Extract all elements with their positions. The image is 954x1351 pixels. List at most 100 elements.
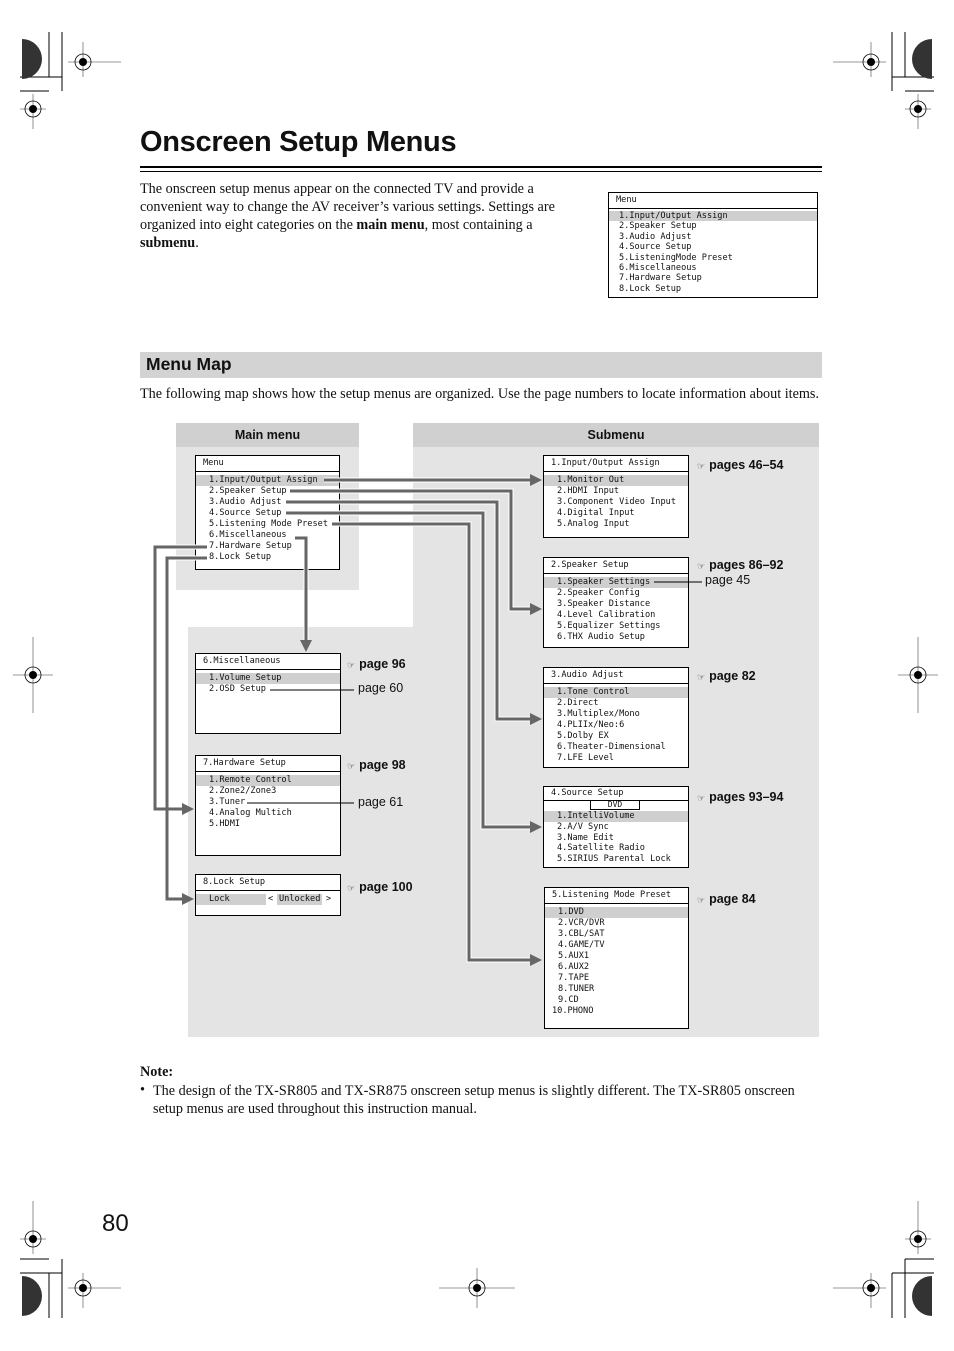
submenu-item[interactable]: 3.Component Video Input	[544, 497, 688, 508]
preview-menu-item[interactable]: 6.Miscellaneous	[609, 263, 817, 273]
submenu-header: 7.Hardware Setup	[196, 756, 340, 772]
submenu-hardware-setup: 7.Hardware Setup 1.Remote Control 2.Zone…	[195, 755, 341, 856]
submenu-item[interactable]: 4.Satellite Radio	[544, 843, 688, 854]
submenu-item[interactable]: 5.Analog Input	[544, 519, 688, 530]
main-menu-header: Menu	[196, 456, 339, 472]
submenu-item[interactable]: 3.Name Edit	[544, 833, 688, 844]
main-menu-item[interactable]: 6.Miscellaneous	[196, 530, 339, 541]
submenu-item[interactable]: 6.Theater-Dimensional	[544, 742, 688, 753]
submenu-item[interactable]: 2.OSD Setup	[196, 684, 340, 695]
submenu-item[interactable]: 1.DVD	[545, 907, 688, 918]
main-menu-item[interactable]: 4.Source Setup	[196, 508, 339, 519]
submenu-item[interactable]: 7.TAPE	[545, 973, 688, 984]
intro-bold-submenu: submenu	[140, 235, 196, 251]
submenu-item[interactable]: 8.TUNER	[545, 984, 688, 995]
page-reference-text: page 98	[359, 758, 406, 772]
submenu-item[interactable]: 1.Remote Control	[196, 775, 340, 786]
preview-menu-items: 1.Input/Output Assign 2.Speaker Setup 3.…	[609, 209, 817, 294]
submenu-item[interactable]: 6.THX Audio Setup	[544, 632, 688, 643]
submenu-item[interactable]: 3.Tuner	[196, 797, 340, 808]
submenu-item[interactable]: 2.VCR/DVR	[545, 918, 688, 929]
submenu-item[interactable]: 2.A/V Sync	[544, 822, 688, 833]
submenu-item[interactable]: 5.HDMI	[196, 819, 340, 830]
preview-menu-item[interactable]: 8.Lock Setup	[609, 284, 817, 294]
page-reference-text: pages 86–92	[709, 558, 784, 572]
pointing-hand-icon: ☞	[697, 561, 706, 571]
submenu-item[interactable]: 3.Speaker Distance	[544, 599, 688, 610]
lock-row[interactable]: Lock < Unlocked >	[196, 894, 340, 908]
submenu-item[interactable]: 2.Direct	[544, 698, 688, 709]
preview-menu-item[interactable]: 5.ListeningMode Preset	[609, 253, 817, 263]
preview-menu: Menu 1.Input/Output Assign 2.Speaker Set…	[608, 192, 818, 298]
submenu-item[interactable]: 5.AUX1	[545, 951, 688, 962]
main-menu-item[interactable]: 1.Input/Output Assign	[196, 475, 339, 486]
lock-prev-arrow[interactable]: <	[268, 894, 273, 905]
title-rule	[140, 166, 822, 168]
submenu-item[interactable]: 3.CBL/SAT	[545, 929, 688, 940]
submenu-item[interactable]: 6.AUX2	[545, 962, 688, 973]
main-menu-item[interactable]: 2.Speaker Setup	[196, 486, 339, 497]
section-header-bar	[140, 352, 822, 378]
submenu-item[interactable]: 1.Monitor Out	[544, 475, 688, 486]
submenu-item[interactable]: 2.HDMI Input	[544, 486, 688, 497]
preview-menu-item[interactable]: 4.Source Setup	[609, 242, 817, 252]
submenu-item[interactable]: 7.LFE Level	[544, 753, 688, 764]
title-rule-thin	[140, 171, 822, 172]
lock-value[interactable]: Unlocked	[277, 894, 323, 905]
submenu-source-setup: 4.Source Setup DVD 1.IntelliVolume 2.A/V…	[543, 786, 689, 868]
submenu-item[interactable]: 2.Zone2/Zone3	[196, 786, 340, 797]
submenu-item[interactable]: 1.Volume Setup	[196, 673, 340, 684]
main-menu-item[interactable]: 5.Listening Mode Preset	[196, 519, 339, 530]
page-reference: ☞ page 100	[347, 880, 413, 894]
submenu-item[interactable]: 10.PHONO	[545, 1006, 688, 1017]
pointing-hand-icon: ☞	[347, 660, 356, 670]
page-reference: ☞ page 96	[347, 657, 406, 671]
item-page-reference: page 61	[358, 795, 404, 809]
submenu-item[interactable]: 4.Analog Multich	[196, 808, 340, 819]
preview-menu-item[interactable]: 3.Audio Adjust	[609, 232, 817, 242]
submenu-speaker-setup: 2.Speaker Setup 1.Speaker Settings 2.Spe…	[543, 557, 689, 648]
pointing-hand-icon: ☞	[347, 761, 356, 771]
lock-next-arrow[interactable]: >	[326, 894, 331, 905]
submenu-item[interactable]: 1.Speaker Settings	[544, 577, 688, 588]
submenu-header: 8.Lock Setup	[196, 875, 340, 891]
submenu-item[interactable]: 5.SIRIUS Parental Lock	[544, 854, 688, 865]
submenu-audio-adjust: 3.Audio Adjust 1.Tone Control 2.Direct 3…	[543, 667, 689, 768]
main-menu-item[interactable]: 3.Audio Adjust	[196, 497, 339, 508]
page-reference: ☞ page 98	[347, 758, 406, 772]
page-reference: ☞ page 82	[697, 669, 756, 683]
submenu-column-header: Submenu	[413, 423, 819, 447]
main-menu-item[interactable]: 7.Hardware Setup	[196, 541, 339, 552]
submenu-header: 5.Listening Mode Preset	[545, 888, 688, 904]
submenu-header: 6.Miscellaneous	[196, 654, 340, 670]
submenu-item[interactable]: 3.Multiplex/Mono	[544, 709, 688, 720]
main-menu-item[interactable]: 8.Lock Setup	[196, 552, 339, 563]
submenu-item[interactable]: 4.Digital Input	[544, 508, 688, 519]
page-reference: ☞ pages 86–92	[697, 558, 783, 572]
preview-menu-item[interactable]: 7.Hardware Setup	[609, 273, 817, 283]
intro-bold-main-menu: main menu	[356, 217, 425, 233]
submenu-item[interactable]: 2.Speaker Config	[544, 588, 688, 599]
source-selector[interactable]: DVD	[544, 800, 688, 811]
pointing-hand-icon: ☞	[697, 461, 706, 471]
submenu-item[interactable]: 4.Level Calibration	[544, 610, 688, 621]
submenu-input-output-assign: 1.Input/Output Assign 1.Monitor Out 2.HD…	[543, 455, 689, 538]
submenu-item[interactable]: 1.IntelliVolume	[544, 811, 688, 822]
submenu-item[interactable]: 4.PLIIx/Neo:6	[544, 720, 688, 731]
submenu-header: 3.Audio Adjust	[544, 668, 688, 684]
main-menu-items: 1.Input/Output Assign 2.Speaker Setup 3.…	[196, 472, 339, 563]
submenu-listening-mode-preset: 5.Listening Mode Preset 1.DVD 2.VCR/DVR …	[544, 887, 689, 1029]
submenu-header: 1.Input/Output Assign	[544, 456, 688, 472]
submenu-item[interactable]: 5.Dolby EX	[544, 731, 688, 742]
submenu-item[interactable]: 4.GAME/TV	[545, 940, 688, 951]
preview-menu-item[interactable]: 2.Speaker Setup	[609, 221, 817, 231]
submenu-item[interactable]: 1.Tone Control	[544, 687, 688, 698]
pointing-hand-icon: ☞	[697, 793, 706, 803]
intro-text: .	[195, 235, 199, 251]
page-reference: ☞ page 84	[697, 892, 756, 906]
submenu-item[interactable]: 9.CD	[545, 995, 688, 1006]
item-page-reference: page 60	[358, 681, 404, 695]
source-value[interactable]: DVD	[590, 800, 640, 810]
preview-menu-item[interactable]: 1.Input/Output Assign	[609, 211, 817, 222]
submenu-item[interactable]: 5.Equalizer Settings	[544, 621, 688, 632]
